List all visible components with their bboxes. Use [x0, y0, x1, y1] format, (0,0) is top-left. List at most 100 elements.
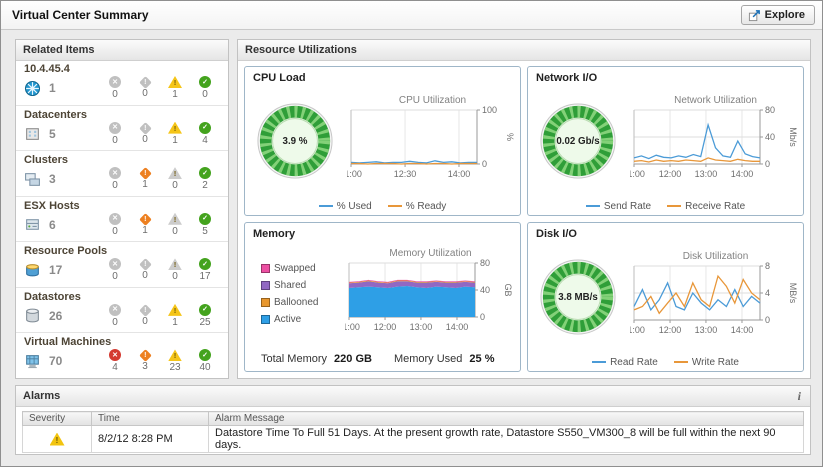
explore-icon: [748, 9, 761, 22]
disk-utilization-chart: 04811:0012:0013:0014:00MB/s: [630, 262, 802, 344]
memory-totals: Total Memory 220 GB Memory Used 25 %: [245, 347, 520, 371]
disk-io-gauge[interactable]: 3.8 MB/s: [539, 258, 617, 336]
status-count: 4: [202, 135, 208, 146]
column-header-message[interactable]: Alarm Message: [209, 412, 804, 426]
status-cell-fatal[interactable]: ✕0: [100, 122, 130, 146]
status-cell-warning[interactable]: !0: [160, 213, 190, 237]
related-item-esx-hosts[interactable]: ESX Hosts6✕0!1!0✓5: [16, 197, 228, 243]
status-count: 4: [112, 362, 118, 373]
normal-status-icon: ✓: [199, 213, 211, 225]
legend-swatch: [586, 205, 600, 207]
legend-swatch: [261, 264, 270, 273]
status-cell-normal[interactable]: ✓40: [190, 349, 220, 373]
host-icon: [24, 216, 41, 233]
status-cell-fatal[interactable]: ✕0: [100, 304, 130, 328]
svg-text:11:00: 11:00: [630, 169, 645, 179]
legend-label: % Used: [337, 201, 372, 212]
status-cell-normal[interactable]: ✓25: [190, 304, 220, 328]
status-count: 3: [142, 361, 148, 372]
normal-status-icon: ✓: [199, 122, 211, 134]
status-cell-fatal[interactable]: ✕0: [100, 258, 130, 282]
legend-label: % Ready: [406, 201, 447, 212]
legend-swatch: [319, 205, 333, 207]
status-cell-critical[interactable]: !0: [130, 258, 160, 282]
status-cell-warning[interactable]: !1: [160, 122, 190, 146]
status-cell-fatal[interactable]: ✕0: [100, 76, 130, 100]
alarm-row[interactable]: !8/2/12 8:28 PMDatastore Time To Full 51…: [23, 426, 804, 453]
datastore-icon: [24, 307, 41, 324]
status-count: 0: [142, 88, 148, 99]
status-count: 1: [142, 179, 148, 190]
memory-quadrant: Memory SwappedSharedBalloonedActive Memo…: [244, 222, 521, 372]
cpu-load-quadrant: CPU Load 3.9 % CPU Utilization 010: [244, 66, 521, 216]
column-header-time[interactable]: Time: [92, 412, 209, 426]
resource-grid: CPU Load 3.9 % CPU Utilization 010: [238, 60, 810, 378]
status-count: 0: [112, 180, 118, 191]
status-count: 23: [169, 362, 180, 373]
status-count: 0: [112, 226, 118, 237]
svg-text:13:00: 13:00: [409, 322, 432, 332]
datacenter-icon: [24, 125, 41, 142]
status-cell-critical[interactable]: !1: [130, 213, 160, 237]
svg-text:14:00: 14:00: [730, 169, 753, 179]
status-cell-warning[interactable]: !1: [160, 76, 190, 100]
info-icon[interactable]: i: [798, 386, 801, 406]
warning-status-icon: !: [168, 213, 182, 225]
status-cell-warning[interactable]: !23: [160, 349, 190, 373]
status-count: 25: [199, 317, 210, 328]
related-item-label: ESX Hosts: [24, 200, 220, 212]
network-io-gauge[interactable]: 0.02 Gb/s: [539, 102, 617, 180]
status-cell-normal[interactable]: ✓2: [190, 167, 220, 191]
legend-swatch: [261, 315, 270, 324]
critical-status-icon: !: [139, 304, 152, 317]
status-cell-critical[interactable]: !0: [130, 304, 160, 328]
status-cell-normal[interactable]: ✓0: [190, 76, 220, 100]
status-count: 0: [112, 271, 118, 282]
warning-status-icon: !: [168, 349, 182, 361]
legend-item: Read Rate: [592, 357, 658, 368]
status-cell-normal[interactable]: ✓4: [190, 122, 220, 146]
related-item-virtual-machines[interactable]: Virtual Machines70✕4!3!23✓40: [16, 333, 228, 378]
svg-text:13:00: 13:00: [694, 325, 717, 335]
cpu-utilization-chart: 010011:0012:3014:00%: [347, 106, 519, 188]
status-cell-critical[interactable]: !1: [130, 167, 160, 191]
related-item-clusters[interactable]: Clusters3✕0!1!0✓2: [16, 151, 228, 197]
status-count: 1: [142, 225, 148, 236]
cpu-load-gauge[interactable]: 3.9 %: [256, 102, 334, 180]
related-items-title: Related Items: [16, 40, 228, 61]
related-item-datacenters[interactable]: Datacenters5✕0!0!1✓4: [16, 106, 228, 152]
legend-label: Receive Rate: [685, 201, 745, 212]
status-cell-fatal[interactable]: ✕0: [100, 213, 130, 237]
status-cell-fatal[interactable]: ✕4: [100, 349, 130, 373]
explore-button[interactable]: Explore: [741, 5, 815, 25]
page-title: Virtual Center Summary: [12, 1, 149, 29]
total-memory-value: 220 GB: [334, 353, 372, 365]
svg-text:13:00: 13:00: [694, 169, 717, 179]
column-header-severity[interactable]: Severity: [23, 412, 92, 426]
disk-io-title: Disk I/O: [528, 223, 803, 241]
status-cell-warning[interactable]: !0: [160, 258, 190, 282]
status-count: 0: [172, 271, 178, 282]
memory-utilization-chart: 0408011:0012:0013:0014:00GB: [345, 259, 517, 341]
legend-item: Send Rate: [586, 201, 651, 212]
status-cell-normal[interactable]: ✓5: [190, 213, 220, 237]
related-item-datastores[interactable]: Datastores26✕0!0!1✓25: [16, 288, 228, 334]
legend-swatch: [674, 361, 688, 363]
related-item-resource-pools[interactable]: Resource Pools17✕0!0!0✓17: [16, 242, 228, 288]
status-cell-warning[interactable]: !0: [160, 167, 190, 191]
status-cell-critical[interactable]: !0: [130, 76, 160, 100]
related-item-label: Virtual Machines: [24, 336, 220, 348]
svg-text:11:00: 11:00: [630, 325, 645, 335]
related-item-10-4-45-4[interactable]: 10.4.45.41✕0!0!1✓0: [16, 60, 228, 106]
related-item-label: Resource Pools: [24, 245, 220, 257]
svg-text:11:00: 11:00: [347, 169, 362, 179]
status-cell-normal[interactable]: ✓17: [190, 258, 220, 282]
cpu-chart-title: CPU Utilization: [399, 95, 466, 106]
svg-text:11:00: 11:00: [345, 322, 360, 332]
svg-text:100: 100: [482, 106, 497, 115]
status-count: 0: [112, 89, 118, 100]
status-cell-warning[interactable]: !1: [160, 304, 190, 328]
status-cell-critical[interactable]: !3: [130, 349, 160, 373]
status-cell-fatal[interactable]: ✕0: [100, 167, 130, 191]
status-cell-critical[interactable]: !0: [130, 122, 160, 146]
